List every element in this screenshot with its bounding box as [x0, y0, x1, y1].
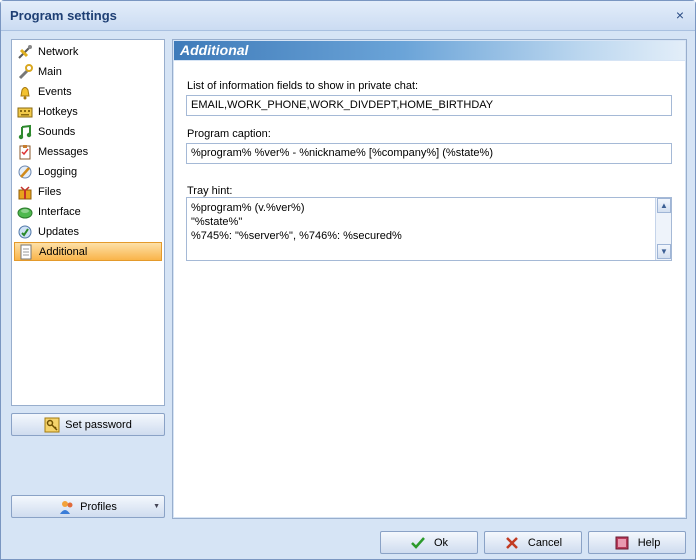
cancel-x-icon [504, 535, 520, 551]
section-header: Additional [174, 41, 685, 60]
sidebar-item-label: Additional [39, 245, 88, 258]
tray-hint-line: "%state%" [191, 216, 243, 228]
sidebar-item-sounds[interactable]: Sounds [14, 122, 162, 141]
info-fields-label: List of information fields to show in pr… [187, 80, 419, 92]
ok-label: Ok [433, 536, 449, 549]
sidebar-item-label: Sounds [38, 125, 76, 138]
section-body: List of information fields to show in pr… [174, 61, 685, 517]
interface-icon [16, 204, 34, 220]
sidebar-item-label: Messages [38, 145, 89, 158]
cancel-button[interactable]: Cancel [484, 531, 582, 554]
sidebar-item-label: Network [38, 45, 79, 58]
close-icon[interactable]: × [673, 8, 687, 22]
sidebar-item-label: Main [38, 65, 62, 78]
cancel-label: Cancel [527, 536, 563, 549]
tray-hint-text: %program% (v.%ver%) "%state%" %745%: "%s… [191, 201, 402, 243]
section-title: Additional [180, 42, 249, 58]
title-bar: Program settings × [1, 1, 695, 31]
sidebar-item-hotkeys[interactable]: Hotkeys [14, 102, 162, 121]
tray-hint-textarea[interactable]: %program% (v.%ver%) "%state%" %745%: "%s… [186, 197, 672, 261]
tray-hint-line: %745%: "%server%", %746%: %secured% [191, 230, 402, 242]
sidebar-item-label: Logging [38, 165, 78, 178]
network-icon [16, 44, 34, 60]
sidebar-item-updates[interactable]: Updates [14, 222, 162, 241]
set-password-button[interactable]: Set password [11, 413, 165, 436]
sidebar-item-messages[interactable]: Messages [14, 142, 162, 161]
tray-hint-scrollbar[interactable]: ▲ ▼ [655, 198, 671, 260]
sidebar-item-logging[interactable]: Logging [14, 162, 162, 181]
info-fields-input[interactable]: EMAIL,WORK_PHONE,WORK_DIVDEPT,HOME_BIRTH… [186, 95, 672, 116]
users-icon [59, 499, 75, 515]
gift-box-icon [16, 184, 34, 200]
settings-window: Program settings × Network Main Events H… [0, 0, 696, 560]
sidebar-item-label: Events [38, 85, 72, 98]
sidebar-item-label: Updates [38, 225, 79, 238]
tray-hint-label: Tray hint: [187, 185, 233, 197]
sidebar-item-label: Hotkeys [38, 105, 78, 118]
checkmark-icon [410, 535, 426, 551]
chevron-down-icon: ▼ [153, 503, 160, 510]
help-button[interactable]: Help [588, 531, 686, 554]
tray-hint-line: %program% (v.%ver%) [191, 202, 305, 214]
scroll-up-icon[interactable]: ▲ [657, 198, 671, 213]
help-book-icon [614, 535, 630, 551]
set-password-label: Set password [65, 418, 132, 431]
updates-icon [16, 224, 34, 240]
scroll-down-icon[interactable]: ▼ [657, 244, 671, 259]
ok-button[interactable]: Ok [380, 531, 478, 554]
settings-content-panel: Additional List of information fields to… [172, 39, 687, 519]
sidebar-item-files[interactable]: Files [14, 182, 162, 201]
wrench-icon [16, 63, 34, 80]
pencil-icon [16, 164, 34, 180]
clipboard-icon [16, 144, 34, 160]
keyboard-icon [16, 104, 34, 120]
document-icon [17, 244, 35, 260]
music-note-icon [16, 124, 34, 140]
key-icon [44, 417, 60, 433]
program-caption-label: Program caption: [187, 128, 271, 140]
sidebar-item-main[interactable]: Main [14, 62, 162, 81]
profiles-button[interactable]: Profiles ▼ [11, 495, 165, 518]
settings-nav-list: Network Main Events Hotkeys Sounds Messa… [11, 39, 165, 406]
sidebar-item-additional[interactable]: Additional [14, 242, 162, 261]
sidebar-item-label: Interface [38, 205, 81, 218]
help-label: Help [637, 536, 661, 549]
profiles-label: Profiles [80, 500, 117, 513]
bell-icon [16, 84, 34, 100]
sidebar-item-label: Files [38, 185, 62, 198]
window-title: Program settings [10, 8, 117, 23]
sidebar-item-interface[interactable]: Interface [14, 202, 162, 221]
sidebar-item-events[interactable]: Events [14, 82, 162, 101]
sidebar-item-network[interactable]: Network [14, 42, 162, 61]
program-caption-input[interactable]: %program% %ver% - %nickname% [%company%]… [186, 143, 672, 164]
